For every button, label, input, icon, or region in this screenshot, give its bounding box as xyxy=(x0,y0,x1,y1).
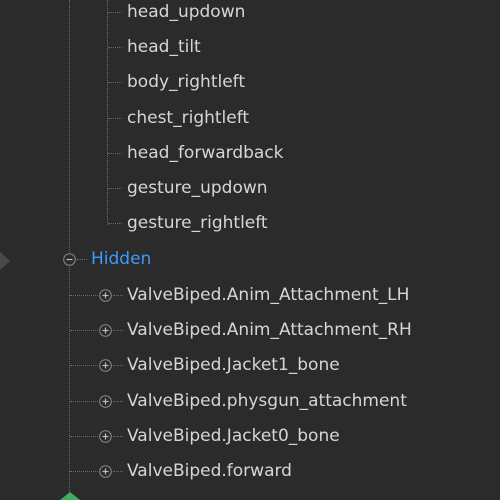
tree-connector xyxy=(108,153,122,154)
plus-expand-icon[interactable] xyxy=(99,430,112,443)
tree-connector xyxy=(113,401,123,402)
tree-item-label: head_updown xyxy=(127,2,246,22)
tree-connector xyxy=(108,118,122,119)
tree-item-gesture-rightleft[interactable]: gesture_rightleft xyxy=(0,206,500,241)
tree-item-label: gesture_rightleft xyxy=(127,213,268,233)
tree-connector xyxy=(70,295,98,296)
plus-expand-icon[interactable] xyxy=(99,289,112,302)
tree-item-label: gesture_updown xyxy=(127,178,268,198)
tree-item-gesture-updown[interactable]: gesture_updown xyxy=(0,171,500,206)
tree-item-head-tilt[interactable]: head_tilt xyxy=(0,30,500,65)
tree-connector xyxy=(108,223,122,224)
tree-item-physgun-attachment[interactable]: ValveBiped.physgun_attachment xyxy=(0,384,500,419)
tree-item-jacket1-bone[interactable]: ValveBiped.Jacket1_bone xyxy=(0,348,500,383)
tree-connector xyxy=(113,365,123,366)
hidden-group-label: Hidden xyxy=(91,249,152,269)
tree-connector xyxy=(108,188,122,189)
tree-connector xyxy=(113,330,123,331)
tree-item-chest-rightleft[interactable]: chest_rightleft xyxy=(0,101,500,136)
tree-connector xyxy=(70,436,98,437)
plus-expand-icon[interactable] xyxy=(99,324,112,337)
tree-group-hidden[interactable]: Hidden xyxy=(0,242,500,277)
tree-item-label: ValveBiped.Anim_Attachment_RH xyxy=(127,320,412,340)
tree-connector xyxy=(70,330,98,331)
tree-item-jacket0-bone[interactable]: ValveBiped.Jacket0_bone xyxy=(0,419,500,454)
tree-item-label: head_forwardback xyxy=(127,143,284,163)
tree-item-label: head_tilt xyxy=(127,37,201,57)
tree-item-label: ValveBiped.Jacket0_bone xyxy=(127,426,340,446)
tree-item-label: ValveBiped.physgun_attachment xyxy=(127,391,407,411)
plus-expand-icon[interactable] xyxy=(99,359,112,372)
tree-connector xyxy=(70,471,98,472)
tree-item-body-rightleft[interactable]: body_rightleft xyxy=(0,65,500,100)
tree-connector xyxy=(108,47,122,48)
tree-item-label: ValveBiped.Anim_Attachment_LH xyxy=(127,285,410,305)
tree-connector xyxy=(113,295,123,296)
tree-connector xyxy=(108,12,122,13)
tree-line-root xyxy=(69,0,70,252)
tree-connector xyxy=(70,401,98,402)
tree-item-label: ValveBiped.forward xyxy=(127,461,292,481)
minus-collapse-icon[interactable] xyxy=(63,253,76,266)
tree-connector xyxy=(108,82,122,83)
tree-connector xyxy=(113,471,123,472)
green-node-icon xyxy=(60,492,80,500)
tree-item-label: body_rightleft xyxy=(127,72,246,92)
tree-connector xyxy=(77,259,87,260)
plus-expand-icon[interactable] xyxy=(99,465,112,478)
tree-item-head-forwardback[interactable]: head_forwardback xyxy=(0,136,500,171)
plus-expand-icon[interactable] xyxy=(99,395,112,408)
tree-item-head-updown[interactable]: head_updown xyxy=(0,0,500,30)
tree-connector xyxy=(113,436,123,437)
tree-connector xyxy=(70,365,98,366)
tree-item-anim-attachment-lh[interactable]: ValveBiped.Anim_Attachment_LH xyxy=(0,278,500,313)
tree-item-forward[interactable]: ValveBiped.forward xyxy=(0,454,500,489)
tree-item-anim-attachment-rh[interactable]: ValveBiped.Anim_Attachment_RH xyxy=(0,313,500,348)
bone-tree-view: head_updown head_tilt body_rightleft che… xyxy=(0,0,500,500)
tree-item-label: chest_rightleft xyxy=(127,108,250,128)
tree-item-label: ValveBiped.Jacket1_bone xyxy=(127,355,340,375)
